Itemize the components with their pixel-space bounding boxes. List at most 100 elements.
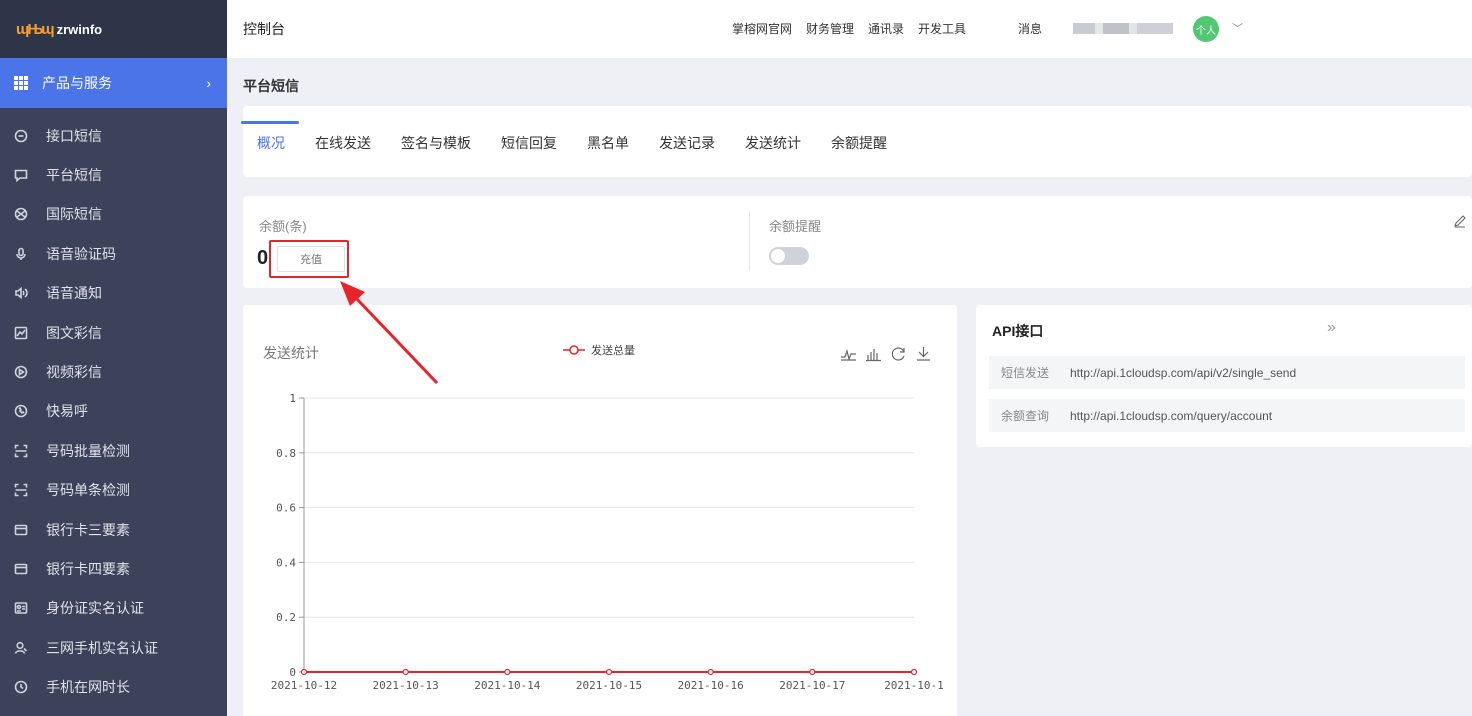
y-tick-label: 0 <box>289 666 296 679</box>
products-services-label: 产品与服务 <box>42 75 112 91</box>
sidebar-item-label: 图文彩信 <box>46 324 102 341</box>
sidebar-item[interactable]: 身份证实名认证 <box>0 589 227 628</box>
sidebar-item[interactable]: 语音验证码 <box>0 234 227 273</box>
data-point <box>809 668 816 676</box>
api-title: API接口 <box>992 323 1044 339</box>
logo[interactable]: ɰЊɰ zrwinfo <box>0 0 227 58</box>
products-services-menu[interactable]: 产品与服务 › <box>0 58 227 108</box>
grid-icon <box>14 76 28 90</box>
sidebar-item[interactable]: 快易呼 <box>0 392 227 431</box>
x-tick-label: 2021-10-1 <box>884 679 944 692</box>
official-site-link[interactable]: 掌榕网官网 <box>732 20 792 37</box>
console-title: 控制台 <box>243 21 285 37</box>
microphone-icon <box>12 245 30 263</box>
sidebar-item[interactable]: 语音通知 <box>0 274 227 313</box>
sidebar-item[interactable]: 平台短信 <box>0 155 227 194</box>
data-point <box>707 668 714 676</box>
api-row-balance: 余额查询 http://api.1cloudsp.com/query/accou… <box>989 399 1465 432</box>
api-card: API接口 » 短信发送 http://api.1cloudsp.com/api… <box>976 305 1472 447</box>
sidebar-item[interactable]: 图文彩信 <box>0 313 227 352</box>
dev-tools-link[interactable]: 开发工具 <box>918 20 966 37</box>
api-key: 余额查询 <box>1001 409 1050 423</box>
user-icon <box>12 639 30 657</box>
x-tick-label: 2021-10-17 <box>779 679 845 692</box>
balance-card: 余额(条) 0 充值 余额提醒 <box>243 196 1472 288</box>
image-icon <box>12 324 30 342</box>
play-icon <box>12 363 30 381</box>
top-links: 掌榕网官网 财务管理 通讯录 开发工具 <box>732 20 966 37</box>
card-icon <box>12 560 30 578</box>
tab[interactable]: 余额提醒 <box>831 133 887 153</box>
x-tick-label: 2021-10-14 <box>474 679 541 692</box>
sidebar-item-label: 视频彩信 <box>46 364 102 381</box>
sidebar-item-label: 快易呼 <box>46 403 88 420</box>
chat-bubble-icon <box>12 127 30 145</box>
sidebar-item[interactable]: 号码批量检测 <box>0 431 227 470</box>
message-icon <box>12 166 30 184</box>
edit-icon[interactable] <box>1453 214 1467 228</box>
line-chart: 0 0.2 0.4 0.6 0.8 1 2021-10-12 2021-10-13 2021-1… <box>271 392 944 692</box>
finance-link[interactable]: 财务管理 <box>806 20 854 37</box>
x-tick-label: 2021-10-12 <box>271 679 337 692</box>
y-tick-label: 0.6 <box>276 502 296 515</box>
sidebar-item-label: 接口短信 <box>46 127 102 144</box>
sidebar-item-label: 三网手机实名认证 <box>46 639 158 656</box>
tab[interactable]: 发送统计 <box>745 133 801 153</box>
y-tick-label: 0.8 <box>276 447 296 460</box>
y-tick-label: 0.4 <box>276 556 296 569</box>
api-url[interactable]: http://api.1cloudsp.com/api/v2/single_se… <box>1070 366 1296 380</box>
sidebar-item[interactable]: 三网手机实名认证 <box>0 628 227 667</box>
sidebar-item-label: 银行卡三要素 <box>46 521 130 538</box>
chevron-right-icon: › <box>206 75 211 91</box>
sidebar: ɰЊɰ zrwinfo 产品与服务 › 接口短信平台短信国际短信语音验证码语音通… <box>0 0 227 716</box>
id-card-icon <box>12 599 30 617</box>
messages-link[interactable]: 消息 <box>1018 20 1042 37</box>
sidebar-item[interactable]: 国际短信 <box>0 195 227 234</box>
sidebar-item[interactable]: 手机在网时长 <box>0 667 227 706</box>
tab[interactable]: 黑名单 <box>587 133 629 153</box>
globe-icon <box>12 205 30 223</box>
sidebar-item[interactable]: 接口短信 <box>0 116 227 155</box>
annotation-highlight-box <box>269 240 349 278</box>
sidebar-item-label: 语音通知 <box>46 285 102 302</box>
scan-icon <box>12 481 30 499</box>
data-point <box>605 668 613 676</box>
chart-card: 发送统计 发送总量 0 0.2 0.4 0.6 0.8 1 2021-10-12 2021-1… <box>243 305 957 716</box>
x-tick-label: 2021-10-13 <box>373 679 439 692</box>
tab[interactable]: 发送记录 <box>659 133 715 153</box>
y-tick-label: 1 <box>289 392 296 405</box>
sidebar-item-label: 国际短信 <box>46 206 102 223</box>
api-url[interactable]: http://api.1cloudsp.com/query/account <box>1070 409 1272 423</box>
sidebar-item[interactable]: 银行卡三要素 <box>0 510 227 549</box>
data-point <box>910 668 918 676</box>
speaker-icon <box>12 284 30 302</box>
balance-reminder-toggle[interactable] <box>769 247 809 265</box>
page-title: 平台短信 <box>243 78 299 94</box>
expand-more-icon[interactable]: » <box>1327 319 1336 337</box>
brand-name: zrwinfo <box>56 21 103 37</box>
sidebar-menu: 接口短信平台短信国际短信语音验证码语音通知图文彩信视频彩信快易呼号码批量检测号码… <box>0 108 227 707</box>
data-point <box>504 668 511 676</box>
sidebar-item-label: 号码批量检测 <box>46 442 130 459</box>
tabs-card: 概况 在线发送 签名与模板 短信回复 黑名单 发送记录 发送统计 余额提醒 <box>241 106 1472 177</box>
contacts-link[interactable]: 通讯录 <box>868 20 904 37</box>
tab[interactable]: 在线发送 <box>315 133 371 153</box>
x-tick-label: 2021-10-15 <box>576 679 642 692</box>
tab[interactable]: 签名与模板 <box>401 133 471 153</box>
tab[interactable]: 短信回复 <box>501 133 557 153</box>
avatar[interactable]: 个人 <box>1193 16 1219 42</box>
chevron-down-icon[interactable]: ﹀ <box>1232 20 1243 36</box>
sidebar-item-label: 银行卡四要素 <box>46 560 130 577</box>
data-point <box>300 668 308 676</box>
brand-mark-icon: ɰЊɰ <box>16 20 55 38</box>
balance-reminder-label: 余额提醒 <box>769 219 822 234</box>
sidebar-item-label: 平台短信 <box>46 167 102 184</box>
clock-icon <box>12 678 30 696</box>
sidebar-item[interactable]: 银行卡四要素 <box>0 549 227 588</box>
x-tick-label: 2021-10-16 <box>678 679 744 692</box>
sidebar-item-label: 手机在网时长 <box>46 679 130 696</box>
sidebar-item[interactable]: 视频彩信 <box>0 352 227 391</box>
sidebar-item[interactable]: 号码单条检测 <box>0 471 227 510</box>
tab[interactable]: 概况 <box>241 121 299 153</box>
card-icon <box>12 521 30 539</box>
